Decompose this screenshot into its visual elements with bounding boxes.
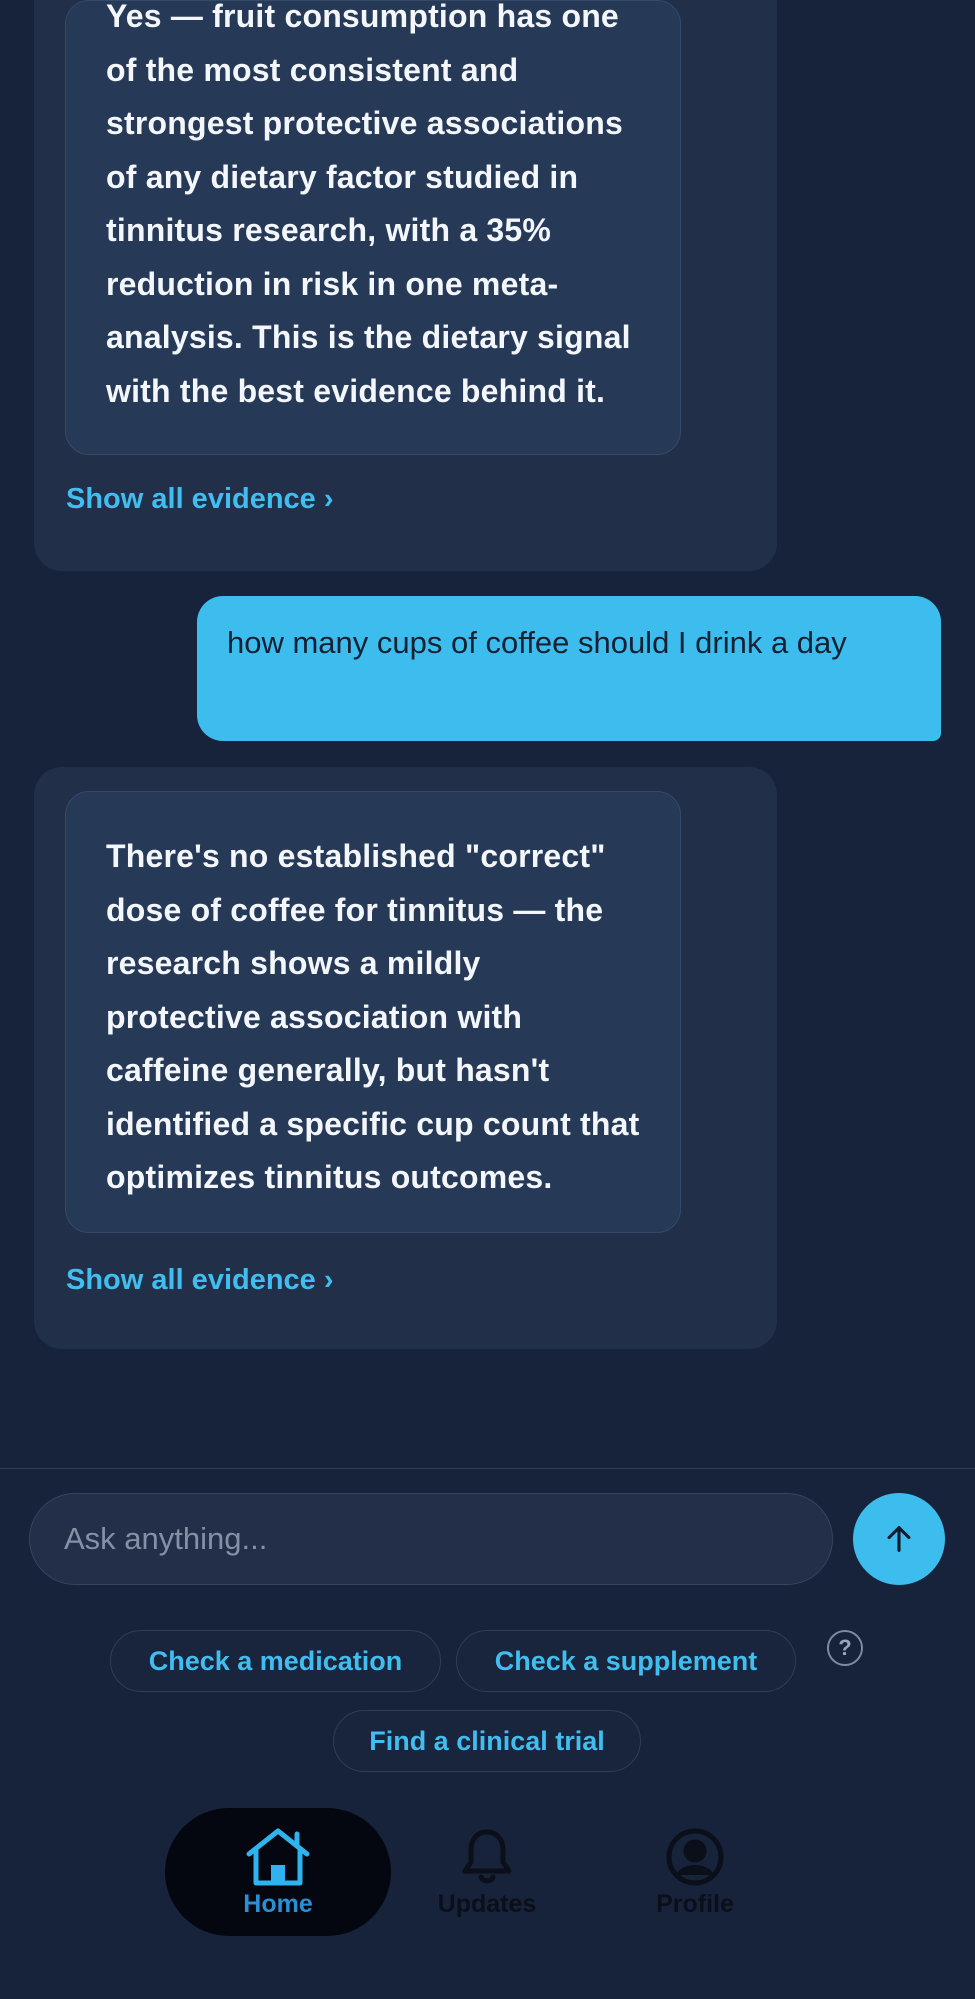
composer-divider — [0, 1468, 975, 1469]
check-supplement-chip[interactable]: Check a supplement — [456, 1630, 796, 1692]
assistant-message-card: There's no established "correct" dose of… — [34, 767, 777, 1349]
find-clinical-trial-chip[interactable]: Find a clinical trial — [333, 1710, 641, 1772]
answer-box: Yes — fruit consumption has one of the m… — [65, 0, 681, 455]
show-all-evidence-link[interactable]: Show all evidence › — [66, 1264, 334, 1297]
nav-home[interactable]: Home — [165, 1808, 391, 1936]
nav-profile[interactable]: Profile — [582, 1808, 808, 1936]
ask-input[interactable] — [30, 1494, 832, 1584]
nav-profile-label: Profile — [656, 1889, 734, 1918]
home-icon — [246, 1828, 310, 1885]
send-button[interactable] — [853, 1493, 945, 1585]
answer-box: There's no established "correct" dose of… — [65, 791, 681, 1233]
user-message-text: how many cups of coffee should I drink a… — [227, 625, 847, 660]
show-all-evidence-link[interactable]: Show all evidence › — [66, 483, 334, 516]
answer-text: There's no established "correct" dose of… — [106, 838, 640, 1195]
user-message-bubble: how many cups of coffee should I drink a… — [197, 596, 941, 741]
nav-home-label: Home — [243, 1889, 313, 1918]
help-icon[interactable]: ? — [827, 1630, 863, 1666]
nav-updates-label: Updates — [437, 1889, 537, 1918]
answer-text: Yes — fruit consumption has one of the m… — [106, 0, 631, 409]
assistant-message-card: Yes — fruit consumption has one of the m… — [34, 0, 777, 571]
nav-updates[interactable]: Updates — [374, 1808, 600, 1936]
bell-icon — [462, 1829, 512, 1883]
check-medication-chip[interactable]: Check a medication — [110, 1630, 441, 1692]
arrow-up-icon — [887, 1526, 911, 1552]
profile-icon — [666, 1828, 724, 1885]
ask-input-container — [29, 1493, 833, 1585]
